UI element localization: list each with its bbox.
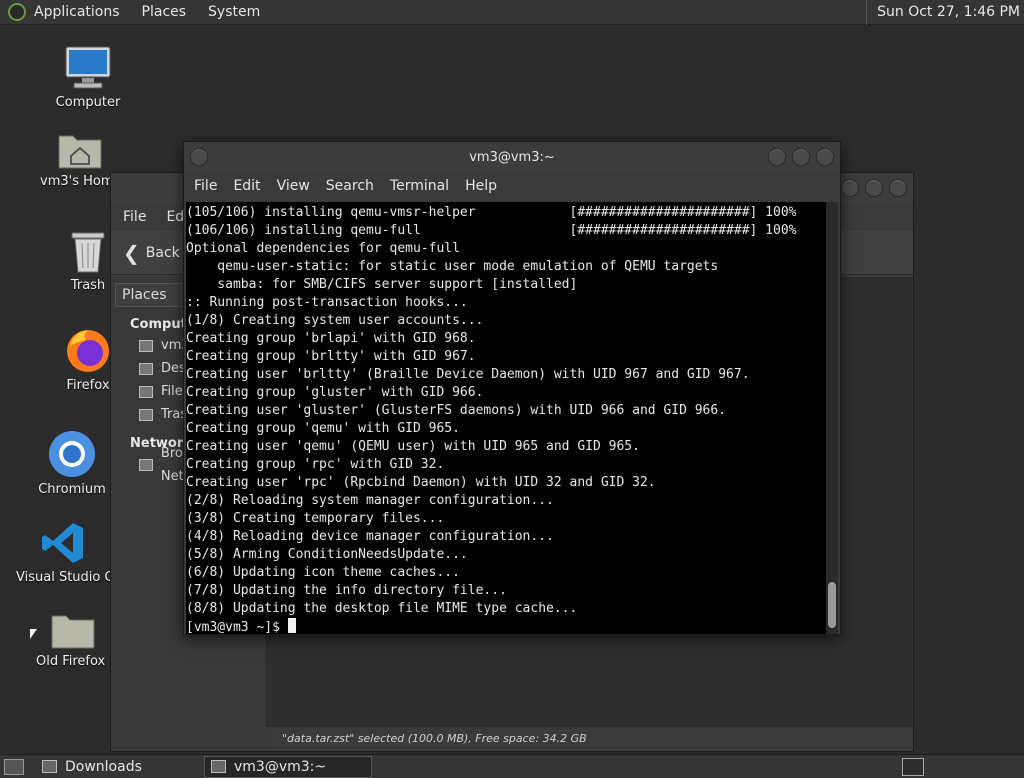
terminal-line: Creating group 'gluster' with GID 966. [186,385,484,400]
folder-icon [50,610,96,650]
distro-logo-icon[interactable] [8,3,26,21]
maximize-button[interactable] [792,148,810,166]
menu-applications[interactable]: Applications [34,4,120,20]
mouse-pointer-icon [30,629,37,639]
desktop-icon-label: Chromium [38,482,106,497]
home-icon [139,339,153,352]
desktop-icon-old-firefox-data[interactable]: Old Firefox Data [36,610,110,669]
scrollbar-thumb[interactable] [828,582,836,628]
terminal-line: (1/8) Creating system user accounts... [186,313,484,328]
taskbar-item-label: vm3@vm3:~ [234,758,327,775]
trash-icon [68,230,108,274]
desktop-icon-label: Visual Studio Code [16,570,112,585]
top-panel: Applications Places System Sun Oct 27, 1… [0,0,1024,25]
terminal-line: Creating user 'rpc' (Rpcbind Daemon) wit… [186,475,656,490]
terminal-titlebar[interactable]: vm3@vm3:~ [184,142,840,172]
drive-icon [139,385,153,398]
terminal-line: (7/8) Updating the info directory file..… [186,583,507,598]
close-button[interactable] [889,179,907,197]
terminal-prompt-line[interactable]: [vm3@vm3 ~]$ [186,618,826,634]
menu-file[interactable]: File [194,178,217,194]
desktop-icon-computer[interactable]: Computer [40,45,136,110]
terminal-line: (105/106) installing qemu-vmsr-helper [#… [186,205,797,220]
vscode-icon [41,520,87,566]
terminal-line: Creating user 'gluster' (GlusterFS daemo… [186,403,727,418]
terminal-line: Creating group 'rpc' with GID 32. [186,457,445,472]
shell-prompt: [vm3@vm3 ~]$ [186,620,288,634]
terminal-line: (6/8) Updating icon theme caches... [186,565,460,580]
terminal-line: Creating group 'brlapi' with GID 968. [186,331,476,346]
menu-terminal[interactable]: Terminal [390,178,449,194]
menu-system[interactable]: System [208,4,260,20]
desktop-icon [139,362,153,375]
terminal-line: (8/8) Updating the desktop file MIME typ… [186,601,578,616]
bottom-panel: Downloads vm3@vm3:~ [0,754,1024,778]
terminal-menubar: File Edit View Search Terminal Help [184,172,840,200]
desktop-icon-label: Computer [55,95,121,110]
trash-icon [139,408,153,421]
terminal-line: qemu-user-static: for static user mode e… [186,259,719,274]
text-cursor [287,618,296,633]
taskbar-item-label: Downloads [65,758,142,775]
clock[interactable]: Sun Oct 27, 1:46 PM [866,0,1020,25]
status-bar: "data.tar.zst" selected (100.0 MB), Free… [266,727,913,751]
fm-menu-file[interactable]: File [123,209,146,225]
firefox-icon [64,326,112,374]
terminal-line: (106/106) installing qemu-full [########… [186,223,797,238]
show-desktop-button[interactable] [4,758,24,775]
terminal-line: (4/8) Reloading device manager configura… [186,529,554,544]
terminal-window[interactable]: vm3@vm3:~ File Edit View Search Terminal… [183,141,841,635]
close-button[interactable] [816,148,834,166]
minimize-button[interactable] [841,179,859,197]
menu-search[interactable]: Search [326,178,374,194]
back-arrow-icon[interactable]: ❮ [123,241,140,265]
taskbar-item-terminal[interactable]: vm3@vm3:~ [204,755,372,778]
terminal-line: (5/8) Arming ConditionNeedsUpdate... [186,547,468,562]
terminal-scrollbar[interactable] [826,202,838,634]
terminal-line: Creating user 'qemu' (QEMU user) with UI… [186,439,640,454]
terminal-line: Creating group 'brltty' with GID 967. [186,349,476,364]
desktop-icon-vscode[interactable]: Visual Studio Code [16,520,112,585]
terminal-line: samba: for SMB/CIFS server support [inst… [186,277,578,292]
terminal-line: Creating user 'brltty' (Braille Device D… [186,367,750,382]
terminal-output[interactable]: (105/106) installing qemu-vmsr-helper [#… [186,202,826,634]
desktop-icon-chromium[interactable]: Chromium [24,430,120,497]
terminal-line: (2/8) Reloading system manager configura… [186,493,554,508]
terminal-icon [211,760,226,773]
computer-icon [64,45,112,91]
back-button[interactable]: Back [146,245,180,261]
terminal-title: vm3@vm3:~ [469,150,555,165]
folder-icon [42,760,57,773]
menu-places[interactable]: Places [142,4,187,20]
terminal-line: :: Running post-transaction hooks... [186,295,468,310]
menu-edit[interactable]: Edit [233,178,260,194]
desktop-icon-label: vm3's Home [40,174,120,189]
menu-help[interactable]: Help [465,178,497,194]
terminal-line: (3/8) Creating temporary files... [186,511,445,526]
chromium-icon [48,430,96,478]
taskbar-item-downloads[interactable]: Downloads [36,756,200,778]
workspace-switcher[interactable] [902,758,924,776]
desktop-icon-home[interactable]: vm3's Home [40,130,120,189]
minimize-button[interactable] [768,148,786,166]
menu-view[interactable]: View [277,178,310,194]
maximize-button[interactable] [865,179,883,197]
network-icon [139,458,153,471]
home-folder-icon [57,130,103,170]
desktop-icon-label: Old Firefox Data [36,654,110,669]
terminal-line: Optional dependencies for qemu-full [186,241,460,256]
terminal-line: Creating group 'qemu' with GID 965. [186,421,460,436]
